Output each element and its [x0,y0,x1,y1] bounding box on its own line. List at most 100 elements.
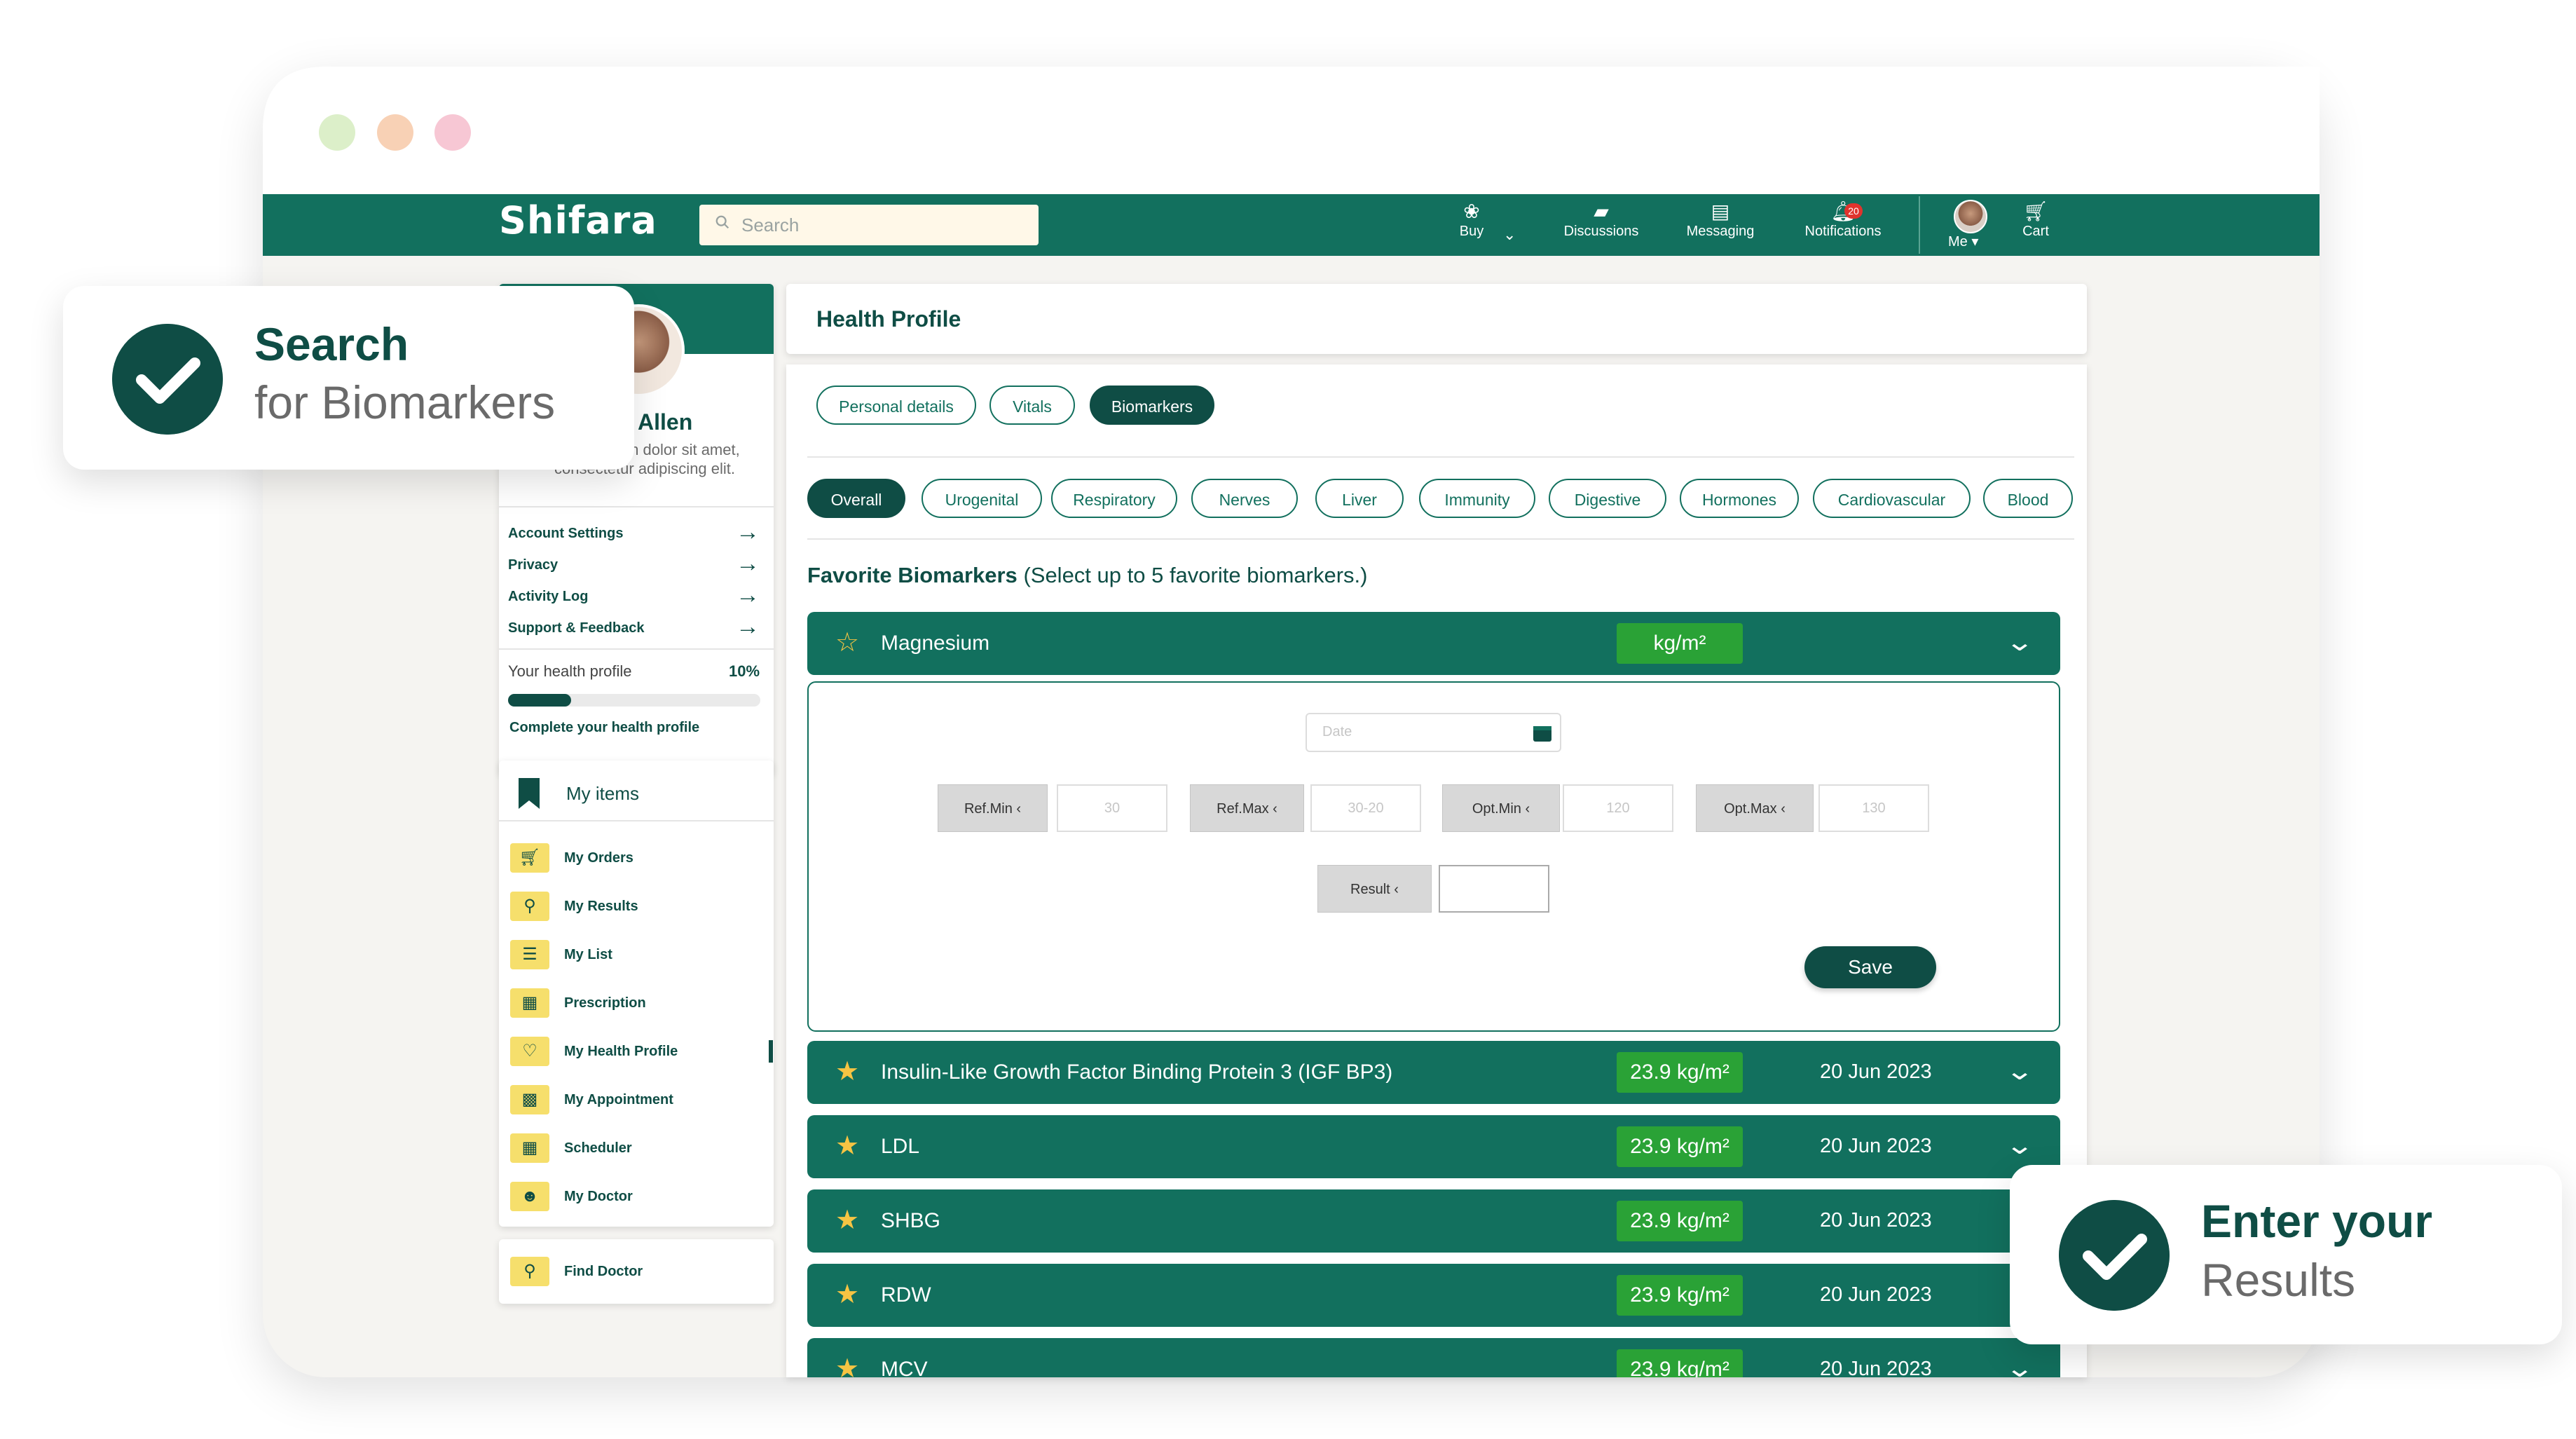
nav-buy-label: Buy [1459,224,1484,239]
nav-cart-label: Cart [2022,224,2049,239]
prescription-item[interactable]: Prescription [564,995,646,1011]
cart-icon: 🛒︎ [2023,200,2048,222]
result-input[interactable] [1439,865,1549,913]
category-nerves[interactable]: Nerves [1191,479,1298,518]
nav-discussions[interactable]: ▰ Discussions [1552,200,1650,240]
star-filled-icon[interactable]: ★ [835,1132,859,1160]
tab-personal-details[interactable]: Personal details [816,386,976,425]
nav-notifications[interactable]: 🔔︎ Notifications [1790,200,1896,240]
chevron-down-icon[interactable]: ⌄ [2005,1353,2034,1377]
chevron-down-icon[interactable]: ⌄ [2005,627,2034,657]
biomarker-name: LDL [881,1135,920,1158]
window-dot-orange[interactable] [377,114,413,151]
tab-vitals[interactable]: Vitals [989,386,1075,425]
search-callout-title: Search [254,318,409,370]
scheduler-item[interactable]: Scheduler [564,1140,632,1157]
complete-profile-link[interactable]: Complete your health profile [509,720,699,736]
health-profile-label: Your health profile [508,662,632,680]
menu-activity-log[interactable]: Activity Log [508,589,588,605]
chevron-down-icon[interactable]: ⌄ [1503,226,1516,244]
nav-messaging[interactable]: ▤ Messaging [1671,200,1769,240]
my-items-title: My items [566,783,639,804]
opt-min-label[interactable]: Opt.Min ‹ [1442,784,1560,832]
biomarker-row[interactable]: ★ MCV 23.9 kg/m² 20 Jun 2023 ⌄ [807,1338,2060,1377]
biomarker-value: 23.9 kg/m² [1617,1126,1743,1167]
category-cardiovascular[interactable]: Cardiovascular [1813,479,1971,518]
my-orders-item[interactable]: My Orders [564,850,633,866]
arrow-right-icon[interactable]: → [736,552,760,575]
my-appointment-item[interactable]: My Appointment [564,1092,673,1108]
biomarker-value: 23.9 kg/m² [1617,1052,1743,1093]
biomarker-row[interactable]: ★ RDW 23.9 kg/m² 20 Jun 2023 ⌄ [807,1264,2060,1327]
star-filled-icon[interactable]: ★ [835,1281,859,1309]
tab-biomarkers[interactable]: Biomarkers [1090,386,1214,425]
nav-me[interactable]: Me ▾ [1948,233,1978,250]
divider [807,456,2074,458]
my-health-profile-item[interactable]: My Health Profile [564,1044,678,1060]
category-hormones[interactable]: Hormones [1680,479,1799,518]
date-field[interactable]: Date [1306,713,1561,752]
category-urogenital[interactable]: Urogenital [922,479,1042,518]
chevron-down-icon[interactable]: ⌄ [2005,1131,2034,1160]
biomarker-name: Magnesium [881,632,990,655]
navbar-divider [1919,196,1920,254]
biomarker-row[interactable]: ★ Insulin-Like Growth Factor Binding Pro… [807,1041,2060,1104]
category-immunity[interactable]: Immunity [1419,479,1535,518]
opt-min-input[interactable]: 120 [1563,784,1673,832]
window-dot-green[interactable] [319,114,355,151]
star-outline-icon[interactable]: ☆ [835,629,859,657]
calendar-icon[interactable] [1533,724,1552,742]
menu-privacy[interactable]: Privacy [508,557,558,573]
health-profile-percent: 10% [729,662,760,680]
category-overall[interactable]: Overall [807,479,905,518]
biomarker-row[interactable]: ★ LDL 23.9 kg/m² 20 Jun 2023 ⌄ [807,1115,2060,1178]
biomarker-date: 20 Jun 2023 [1820,1283,1932,1306]
notifications-icon: 🔔︎ [1830,200,1856,222]
app-logo[interactable]: Shifara [499,198,657,243]
category-digestive[interactable]: Digestive [1549,479,1666,518]
nav-cart[interactable]: 🛒︎ Cart [2015,200,2057,240]
ref-max-input[interactable]: 30-20 [1310,784,1421,832]
star-filled-icon[interactable]: ★ [835,1355,859,1377]
menu-support-feedback[interactable]: Support & Feedback [508,620,644,636]
save-button[interactable]: Save [1804,946,1936,988]
notifications-badge: 20 [1844,203,1863,219]
result-label[interactable]: Result ‹ [1317,865,1432,913]
enter-results-callout: Enter your Results [2010,1165,2562,1344]
menu-account-settings[interactable]: Account Settings [508,526,623,542]
active-indicator [769,1040,773,1063]
my-results-item[interactable]: My Results [564,899,638,915]
biomarker-name: MCV [881,1358,928,1377]
nav-notifications-label: Notifications [1804,224,1882,239]
category-liver[interactable]: Liver [1315,479,1404,518]
search-input[interactable]: Search [699,205,1039,245]
chevron-down-icon[interactable]: ⌄ [2005,1056,2034,1086]
health-profile-progress-fill [508,694,571,707]
arrow-right-icon[interactable]: → [736,520,760,544]
biomarker-value: 23.9 kg/m² [1617,1201,1743,1241]
opt-max-input[interactable]: 130 [1818,784,1929,832]
biomarker-row[interactable]: ★ SHBG 23.9 kg/m² 20 Jun 2023 ⌄ [807,1189,2060,1253]
checkmark-icon [2059,1200,2170,1311]
my-doctor-item[interactable]: My Doctor [564,1189,633,1205]
find-doctor-item[interactable]: Find Doctor [564,1264,643,1280]
nav-buy[interactable]: ❀ Buy [1451,200,1493,240]
opt-max-label[interactable]: Opt.Max ‹ [1696,784,1814,832]
my-list-item[interactable]: My List [564,947,612,963]
window-dot-pink[interactable] [434,114,471,151]
biomarker-row-expanded[interactable]: ☆ Magnesium kg/m² ⌄ [807,612,2060,675]
biomarker-date: 20 Jun 2023 [1820,1135,1932,1157]
avatar[interactable] [1954,200,1987,233]
ref-min-input[interactable]: 30 [1057,784,1167,832]
arrow-right-icon[interactable]: → [736,615,760,639]
enter-callout-subtitle: Results [2201,1254,2356,1306]
category-respiratory[interactable]: Respiratory [1051,479,1177,518]
star-filled-icon[interactable]: ★ [835,1058,859,1086]
divider [499,506,774,507]
arrow-right-icon[interactable]: → [736,583,760,607]
results-icon: ⚲ [510,892,549,921]
star-filled-icon[interactable]: ★ [835,1206,859,1234]
ref-min-label[interactable]: Ref.Min ‹ [938,784,1048,832]
ref-max-label[interactable]: Ref.Max ‹ [1190,784,1304,832]
category-blood[interactable]: Blood [1983,479,2073,518]
